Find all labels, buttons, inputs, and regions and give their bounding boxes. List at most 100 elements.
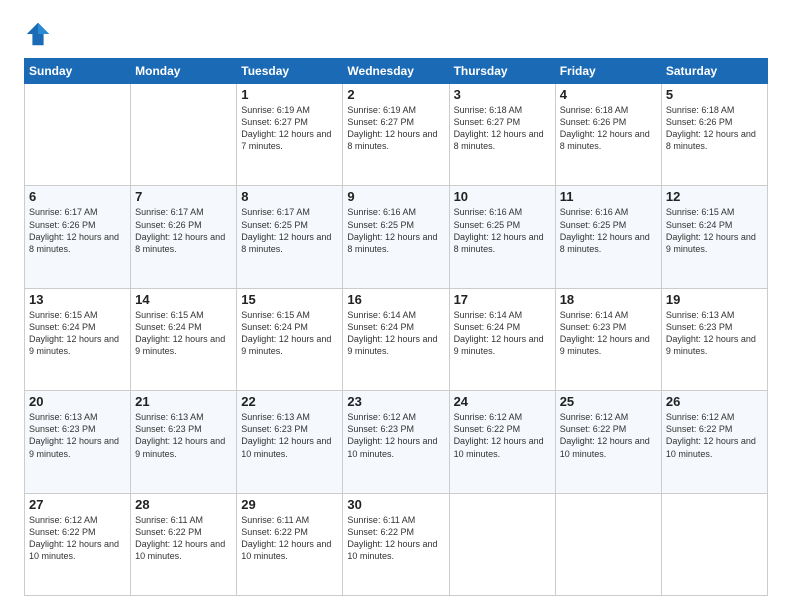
day-number: 21 [135,394,232,409]
calendar-cell: 21 Sunrise: 6:13 AM Sunset: 6:23 PM Dayli… [131,391,237,493]
logo-icon [24,20,52,48]
calendar-week-2: 6 Sunrise: 6:17 AM Sunset: 6:26 PM Daylig… [25,186,768,288]
weekday-header-row: SundayMondayTuesdayWednesdayThursdayFrid… [25,59,768,84]
calendar-cell: 29Sunrise: 6:11 AM Sunset: 6:22 PM Dayli… [237,493,343,595]
day-number: 5 [666,87,763,102]
calendar-cell [131,84,237,186]
calendar-cell: 8 Sunrise: 6:17 AM Sunset: 6:25 PM Daylig… [237,186,343,288]
day-number: 30 [347,497,444,512]
day-detail: Sunrise: 6:15 AM Sunset: 6:24 PM Dayligh… [241,309,338,358]
day-number: 23 [347,394,444,409]
weekday-header-sunday: Sunday [25,59,131,84]
day-detail: Sunrise: 6:17 AM Sunset: 6:26 PM Dayligh… [135,206,232,255]
day-number: 9 [347,189,444,204]
calendar-cell: 18 Sunrise: 6:14 AM Sunset: 6:23 PM Dayli… [555,288,661,390]
calendar-cell: 6 Sunrise: 6:17 AM Sunset: 6:26 PM Daylig… [25,186,131,288]
day-detail: Sunrise: 6:11 AM Sunset: 6:22 PM Dayligh… [135,514,232,563]
weekday-header-saturday: Saturday [661,59,767,84]
day-detail: Sunrise: 6:17 AM Sunset: 6:25 PM Dayligh… [241,206,338,255]
calendar-cell: 4Sunrise: 6:18 AM Sunset: 6:26 PM Daylig… [555,84,661,186]
day-number: 12 [666,189,763,204]
day-number: 20 [29,394,126,409]
weekday-header-friday: Friday [555,59,661,84]
day-detail: Sunrise: 6:12 AM Sunset: 6:22 PM Dayligh… [29,514,126,563]
day-number: 22 [241,394,338,409]
calendar-cell: 16 Sunrise: 6:14 AM Sunset: 6:24 PM Dayli… [343,288,449,390]
calendar-cell: 27 Sunrise: 6:12 AM Sunset: 6:22 PM Dayli… [25,493,131,595]
calendar-week-1: 1 Sunrise: 6:19 AM Sunset: 6:27 PM Daylig… [25,84,768,186]
calendar-cell: 9 Sunrise: 6:16 AM Sunset: 6:25 PM Daylig… [343,186,449,288]
calendar-cell: 19 Sunrise: 6:13 AM Sunset: 6:23 PM Dayli… [661,288,767,390]
calendar-cell: 2 Sunrise: 6:19 AM Sunset: 6:27 PM Daylig… [343,84,449,186]
calendar-week-3: 13 Sunrise: 6:15 AM Sunset: 6:24 PM Dayli… [25,288,768,390]
calendar-cell: 5 Sunrise: 6:18 AM Sunset: 6:26 PM Daylig… [661,84,767,186]
day-detail: Sunrise: 6:12 AM Sunset: 6:22 PM Dayligh… [666,411,763,460]
calendar-cell: 25 Sunrise: 6:12 AM Sunset: 6:22 PM Dayli… [555,391,661,493]
calendar-cell: 3 Sunrise: 6:18 AM Sunset: 6:27 PM Daylig… [449,84,555,186]
calendar-cell: 1 Sunrise: 6:19 AM Sunset: 6:27 PM Daylig… [237,84,343,186]
day-number: 8 [241,189,338,204]
day-number: 26 [666,394,763,409]
day-detail: Sunrise: 6:15 AM Sunset: 6:24 PM Dayligh… [29,309,126,358]
calendar-week-4: 20 Sunrise: 6:13 AM Sunset: 6:23 PM Dayli… [25,391,768,493]
calendar-cell: 22 Sunrise: 6:13 AM Sunset: 6:23 PM Dayli… [237,391,343,493]
weekday-header-thursday: Thursday [449,59,555,84]
day-detail: Sunrise: 6:19 AM Sunset: 6:27 PM Dayligh… [241,104,338,153]
day-number: 6 [29,189,126,204]
day-number: 25 [560,394,657,409]
day-detail: Sunrise: 6:16 AM Sunset: 6:25 PM Dayligh… [454,206,551,255]
day-number: 4 [560,87,657,102]
day-number: 11 [560,189,657,204]
day-number: 2 [347,87,444,102]
day-detail: Sunrise: 6:14 AM Sunset: 6:23 PM Dayligh… [560,309,657,358]
calendar-table: SundayMondayTuesdayWednesdayThursdayFrid… [24,58,768,596]
day-number: 14 [135,292,232,307]
calendar-cell: 15 Sunrise: 6:15 AM Sunset: 6:24 PM Dayli… [237,288,343,390]
day-number: 19 [666,292,763,307]
calendar-cell [25,84,131,186]
calendar-cell: 7 Sunrise: 6:17 AM Sunset: 6:26 PM Daylig… [131,186,237,288]
day-detail: Sunrise: 6:17 AM Sunset: 6:26 PM Dayligh… [29,206,126,255]
day-detail: Sunrise: 6:18 AM Sunset: 6:27 PM Dayligh… [454,104,551,153]
calendar-cell: 28 Sunrise: 6:11 AM Sunset: 6:22 PM Dayli… [131,493,237,595]
weekday-header-monday: Monday [131,59,237,84]
day-number: 18 [560,292,657,307]
day-detail: Sunrise: 6:15 AM Sunset: 6:24 PM Dayligh… [135,309,232,358]
day-detail: Sunrise: 6:12 AM Sunset: 6:22 PM Dayligh… [560,411,657,460]
calendar-cell: 17Sunrise: 6:14 AM Sunset: 6:24 PM Dayli… [449,288,555,390]
day-detail: Sunrise: 6:13 AM Sunset: 6:23 PM Dayligh… [29,411,126,460]
calendar-week-5: 27 Sunrise: 6:12 AM Sunset: 6:22 PM Dayli… [25,493,768,595]
day-number: 28 [135,497,232,512]
day-number: 1 [241,87,338,102]
calendar-cell [449,493,555,595]
day-detail: Sunrise: 6:16 AM Sunset: 6:25 PM Dayligh… [560,206,657,255]
day-detail: Sunrise: 6:13 AM Sunset: 6:23 PM Dayligh… [241,411,338,460]
day-detail: Sunrise: 6:11 AM Sunset: 6:22 PM Dayligh… [347,514,444,563]
day-detail: Sunrise: 6:19 AM Sunset: 6:27 PM Dayligh… [347,104,444,153]
weekday-header-wednesday: Wednesday [343,59,449,84]
page: SundayMondayTuesdayWednesdayThursdayFrid… [0,0,792,612]
day-number: 7 [135,189,232,204]
calendar-cell: 13 Sunrise: 6:15 AM Sunset: 6:24 PM Dayli… [25,288,131,390]
header [24,20,768,48]
logo [24,20,56,48]
calendar-cell: 14 Sunrise: 6:15 AM Sunset: 6:24 PM Dayli… [131,288,237,390]
calendar-cell [555,493,661,595]
day-detail: Sunrise: 6:12 AM Sunset: 6:23 PM Dayligh… [347,411,444,460]
day-detail: Sunrise: 6:15 AM Sunset: 6:24 PM Dayligh… [666,206,763,255]
day-detail: Sunrise: 6:18 AM Sunset: 6:26 PM Dayligh… [666,104,763,153]
day-detail: Sunrise: 6:16 AM Sunset: 6:25 PM Dayligh… [347,206,444,255]
day-detail: Sunrise: 6:14 AM Sunset: 6:24 PM Dayligh… [454,309,551,358]
day-number: 15 [241,292,338,307]
day-detail: Sunrise: 6:12 AM Sunset: 6:22 PM Dayligh… [454,411,551,460]
day-detail: Sunrise: 6:14 AM Sunset: 6:24 PM Dayligh… [347,309,444,358]
day-detail: Sunrise: 6:13 AM Sunset: 6:23 PM Dayligh… [666,309,763,358]
weekday-header-tuesday: Tuesday [237,59,343,84]
day-number: 16 [347,292,444,307]
day-number: 3 [454,87,551,102]
day-detail: Sunrise: 6:13 AM Sunset: 6:23 PM Dayligh… [135,411,232,460]
day-number: 27 [29,497,126,512]
calendar-cell: 24Sunrise: 6:12 AM Sunset: 6:22 PM Dayli… [449,391,555,493]
day-number: 29 [241,497,338,512]
day-number: 13 [29,292,126,307]
